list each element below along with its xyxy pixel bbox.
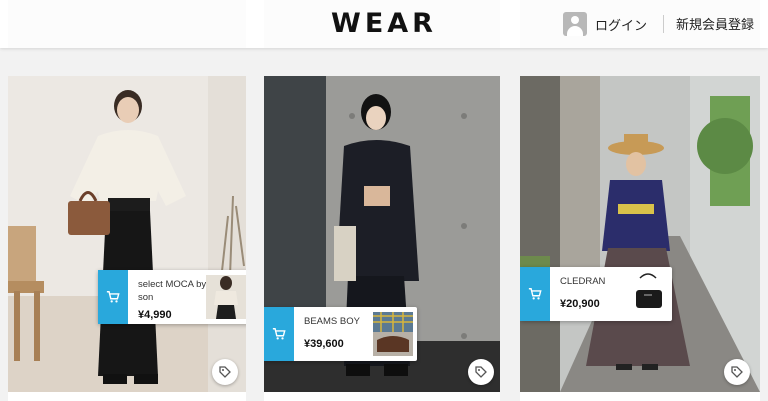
cart-icon [264, 307, 294, 361]
coordinate-card[interactable]: BEAMS BOY ¥39,600 [264, 76, 500, 401]
product-tag-chip[interactable]: BEAMS BOY ¥39,600 [264, 307, 417, 361]
login-label: ログイン [595, 17, 648, 33]
product-tag-chip[interactable]: select MOCA by son ¥4,990 [98, 270, 246, 324]
login-button[interactable]: ログイン [563, 12, 647, 36]
product-price: ¥39,600 [304, 338, 344, 350]
tag-icon-button[interactable] [468, 359, 494, 385]
product-brand: select MOCA by son [138, 279, 207, 303]
outfit-photo[interactable] [520, 76, 760, 392]
coordinate-card[interactable]: CLEDRAN ¥20,900 [520, 76, 760, 401]
product-price: ¥20,900 [560, 298, 600, 310]
cart-icon [520, 267, 550, 321]
register-link[interactable]: 新規会員登録 [676, 14, 754, 33]
tag-icon [731, 366, 743, 378]
tag-icon [475, 366, 487, 378]
product-brand: BEAMS BOY [304, 316, 360, 327]
product-price: ¥4,990 [138, 309, 172, 321]
wear-logo[interactable]: WEAR [0, 8, 768, 39]
header-divider [663, 15, 664, 33]
tag-icon-button[interactable] [724, 359, 750, 385]
product-thumbnail [628, 272, 668, 316]
tag-icon [219, 366, 231, 378]
outfit-photo[interactable] [8, 76, 246, 392]
tag-icon-button[interactable] [212, 359, 238, 385]
cart-icon [98, 270, 128, 324]
product-thumbnail [206, 275, 246, 319]
user-icon [563, 12, 587, 36]
site-header: WEAR ログイン 新規会員登録 [0, 0, 768, 48]
product-thumbnail [373, 312, 413, 356]
product-tag-chip[interactable]: CLEDRAN ¥20,900 [520, 267, 672, 321]
product-brand: CLEDRAN [560, 276, 606, 287]
coordinate-card[interactable]: select MOCA by son ¥4,990 [8, 76, 246, 401]
